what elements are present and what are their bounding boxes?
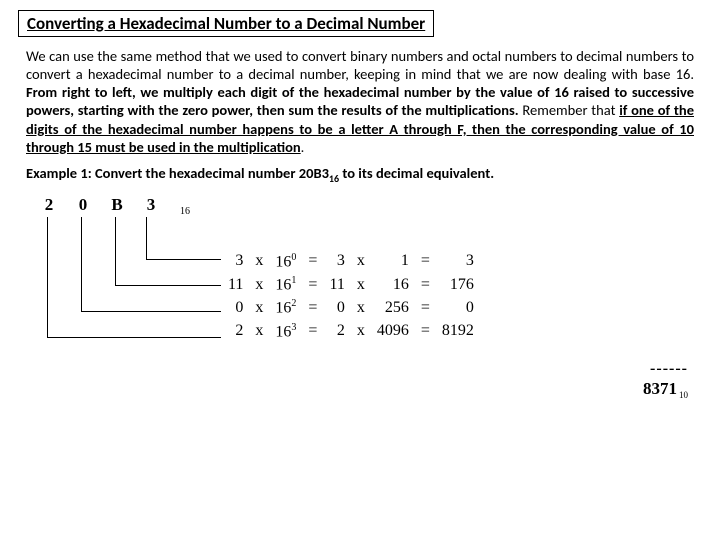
intro-text-2: Remember that (519, 101, 620, 119)
calculation-table: 3x 160 = 3x1 =3 11x 161 = 11x16 =176 0x … (222, 250, 480, 343)
intro-text-1: We can use the same method that we used … (26, 47, 694, 83)
table-row: 2x 163 = 2x4096 =8192 (222, 320, 480, 343)
example-subscript: 16 (329, 172, 339, 185)
example-tail: to its decimal equivalent. (339, 164, 494, 182)
sum-divider: ------ (650, 360, 688, 378)
hex-digit-3: 316 (134, 195, 202, 217)
final-answer: 837110 (643, 379, 688, 400)
table-row: 0x 162 = 0x256 =0 (222, 296, 480, 319)
hex-digit-1: 0 (66, 195, 100, 215)
example-label: Example 1: Convert the hexadecimal numbe… (26, 164, 329, 182)
hex-number: 20B316 (32, 195, 202, 217)
bracket-4 (47, 217, 221, 338)
hex-digit-2: B (100, 195, 134, 215)
table-row: 11x 161 = 11x16 =176 (222, 273, 480, 296)
hex-digit-0: 2 (32, 195, 66, 215)
table-row: 3x 160 = 3x1 =3 (222, 250, 480, 273)
example-heading: Example 1: Convert the hexadecimal numbe… (26, 164, 694, 185)
conversion-diagram: 20B316 3x 160 = 3x1 =3 11x 161 = 11x16 =… (32, 195, 688, 425)
intro-text-3: . (301, 138, 305, 156)
intro-paragraph: We can use the same method that we used … (26, 47, 694, 156)
page-title: Converting a Hexadecimal Number to a Dec… (18, 10, 434, 37)
